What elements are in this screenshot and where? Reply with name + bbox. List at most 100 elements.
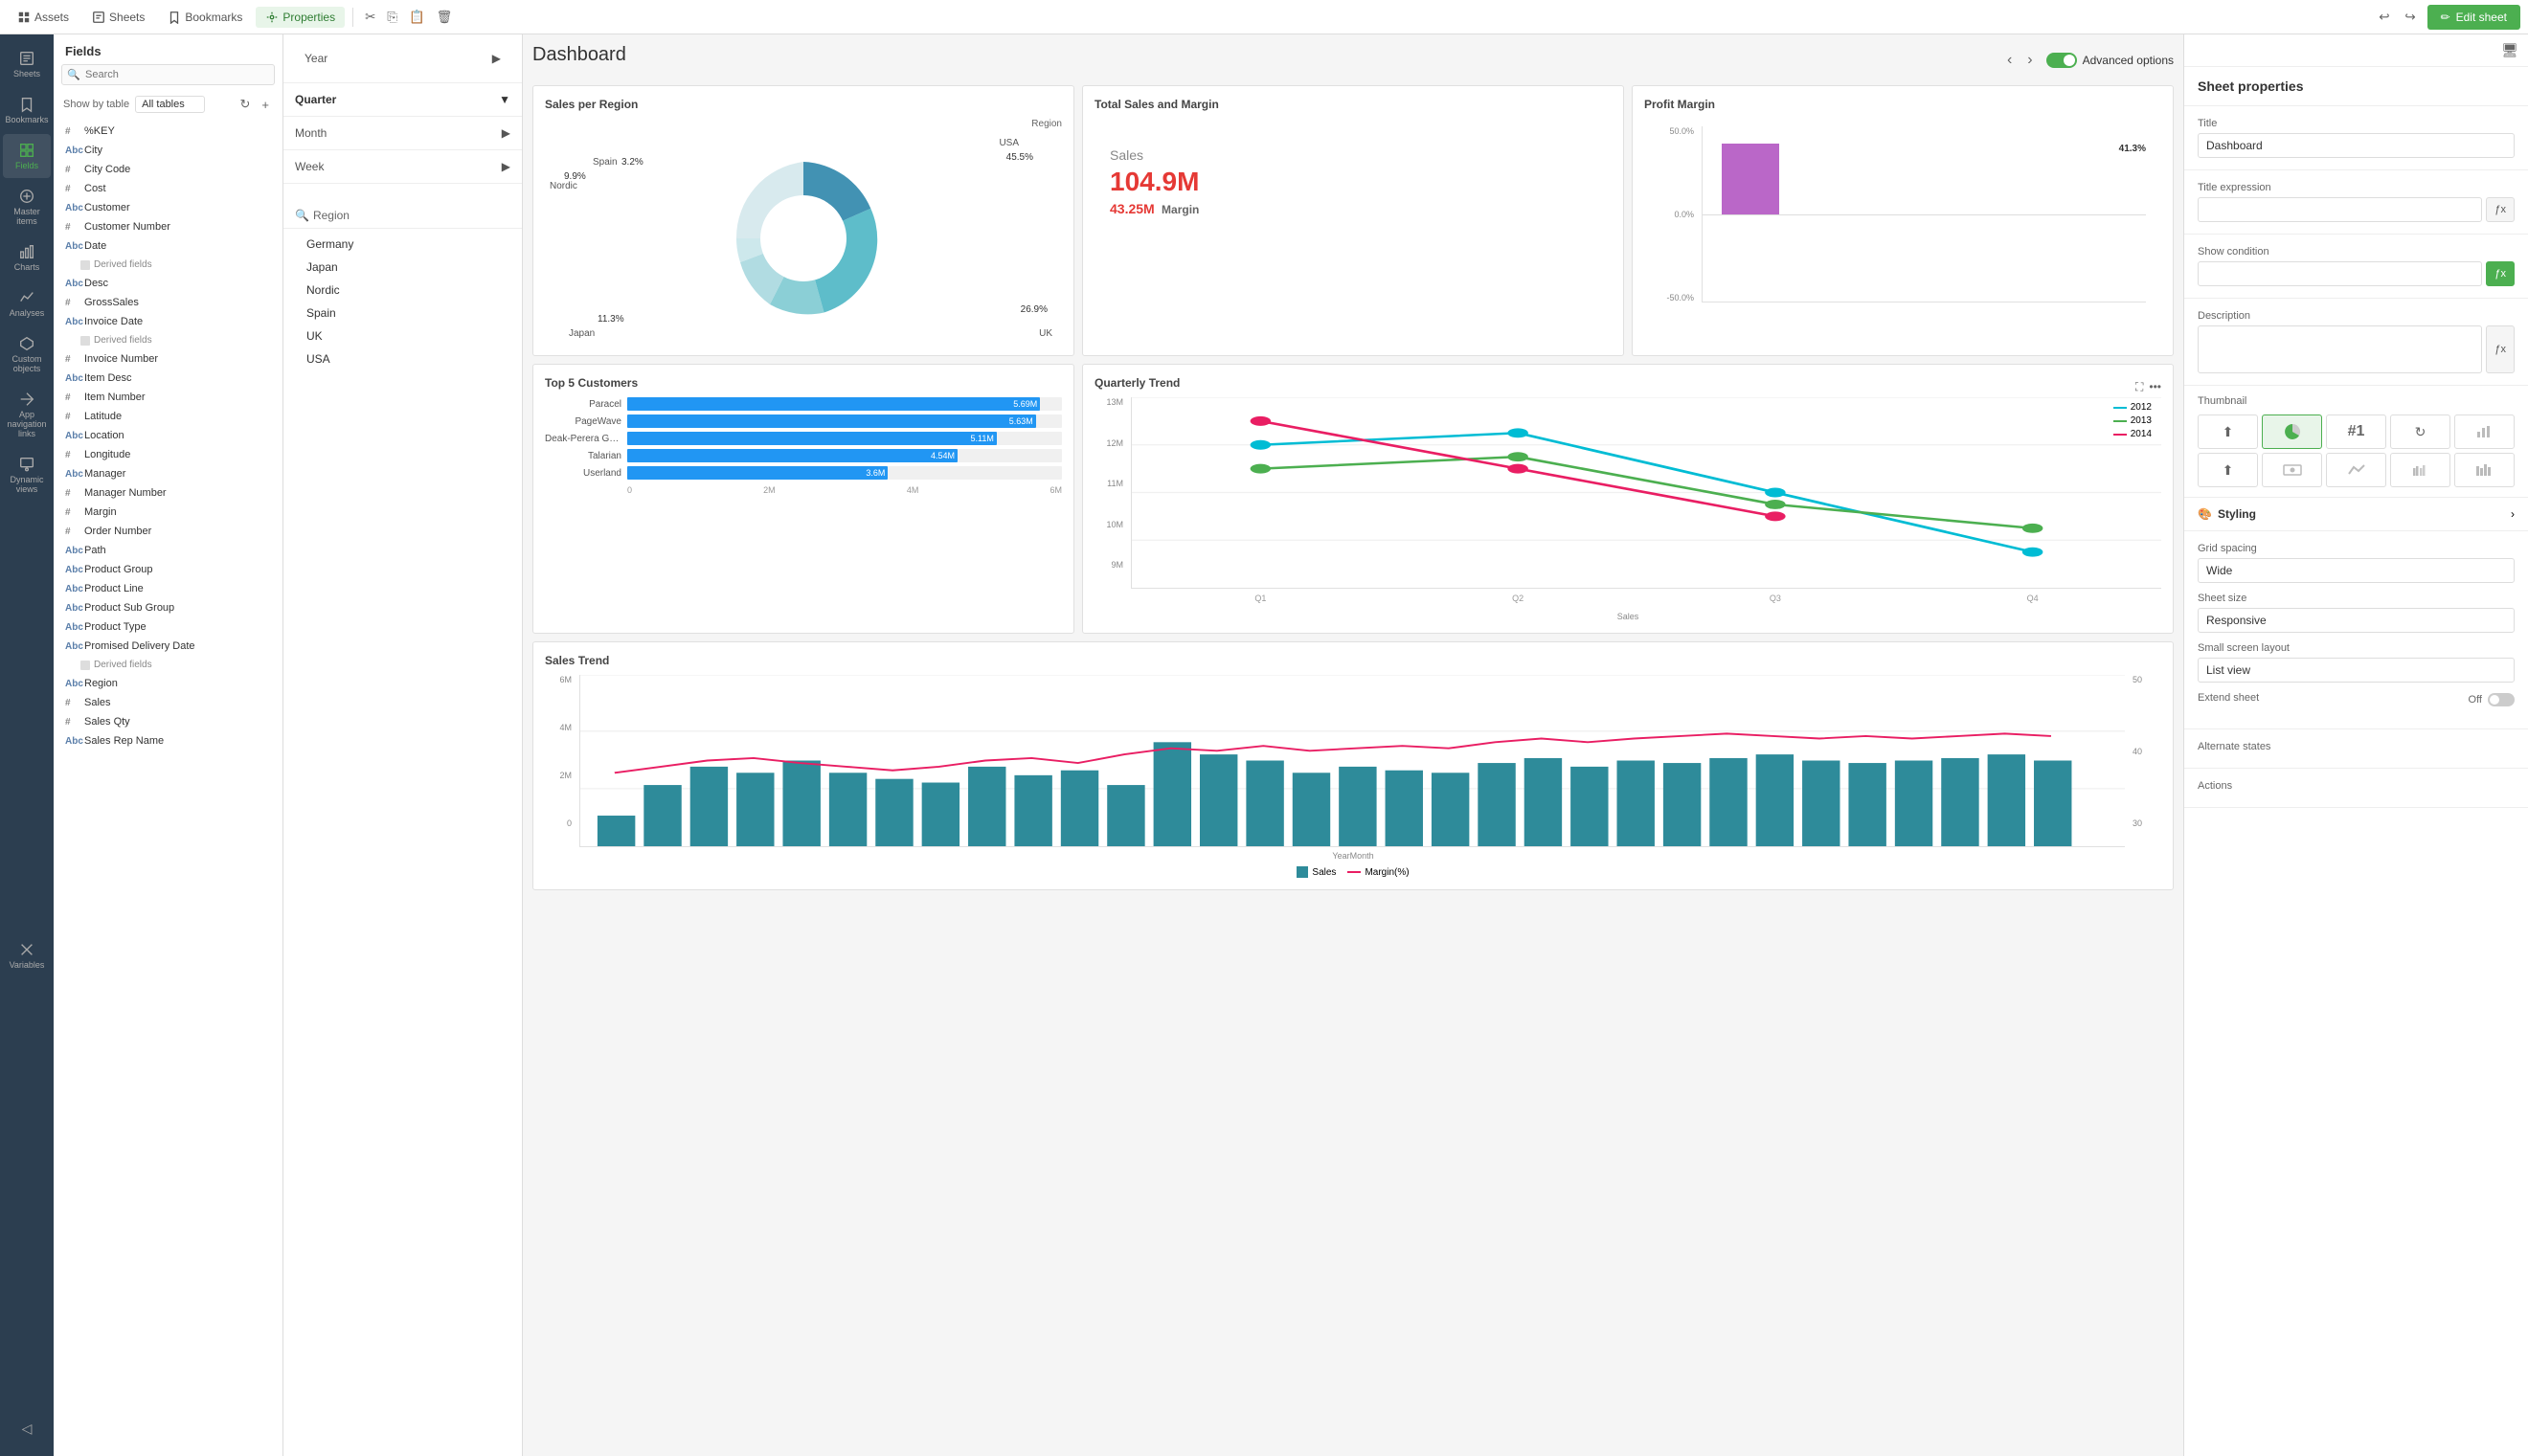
- sidebar-item-analyses[interactable]: Analyses: [3, 281, 51, 325]
- show-condition-label: Show condition: [2198, 246, 2515, 258]
- description-textarea[interactable]: [2198, 325, 2482, 373]
- filter-week[interactable]: Week ▶: [283, 150, 522, 183]
- filter-option-usa[interactable]: USA: [295, 347, 522, 370]
- small-screen-select[interactable]: List view Grid view: [2198, 658, 2515, 683]
- thumbnail-hash[interactable]: #1: [2326, 414, 2386, 449]
- thumbnail-city-bar[interactable]: [2454, 453, 2515, 487]
- field-item-path[interactable]: AbcPath: [54, 541, 282, 560]
- styling-header[interactable]: 🎨 Styling ›: [2198, 507, 2515, 521]
- quarterly-more-button[interactable]: •••: [2149, 380, 2161, 393]
- filter-region-search[interactable]: 🔍 Region: [283, 203, 522, 229]
- field-item-sales-qty[interactable]: #Sales Qty: [54, 712, 282, 731]
- collapse-sidebar-button[interactable]: ◁: [18, 1417, 36, 1441]
- total-sales-title: Total Sales and Margin: [1095, 98, 1612, 111]
- filter-option-nordic[interactable]: Nordic: [295, 279, 522, 302]
- field-item-order-number[interactable]: #Order Number: [54, 522, 282, 541]
- refresh-table-button[interactable]: ↻: [237, 95, 255, 114]
- search-icon: 🔍: [67, 69, 80, 81]
- advanced-options-toggle[interactable]: [2046, 53, 2077, 68]
- filter-quarter[interactable]: Quarter ▼: [283, 83, 522, 116]
- paste-button[interactable]: 📋: [405, 6, 429, 29]
- filter-option-japan[interactable]: Japan: [295, 256, 522, 279]
- description-fx-button[interactable]: ƒx: [2486, 325, 2515, 373]
- field-item-product-line[interactable]: AbcProduct Line: [54, 579, 282, 598]
- sidebar-item-app-nav[interactable]: App navigation links: [3, 383, 51, 446]
- thumbnail-bar[interactable]: [2454, 414, 2515, 449]
- extend-sheet-toggle[interactable]: [2488, 693, 2515, 706]
- tab-sheets[interactable]: Sheets: [82, 7, 154, 28]
- field-item-grosssales[interactable]: #GrossSales: [54, 293, 282, 312]
- field-item-product-sub-group[interactable]: AbcProduct Sub Group: [54, 598, 282, 617]
- field-item-invoice-date[interactable]: AbcInvoice Date: [54, 312, 282, 331]
- show-condition-fx-button[interactable]: ƒx: [2486, 261, 2515, 286]
- filter-option-germany[interactable]: Germany: [295, 233, 522, 256]
- field-item-sales-rep-name[interactable]: AbcSales Rep Name: [54, 731, 282, 750]
- field-item-product-type[interactable]: AbcProduct Type: [54, 617, 282, 637]
- thumbnail-refresh[interactable]: ↻: [2390, 414, 2450, 449]
- sidebar-item-fields[interactable]: Fields: [3, 134, 51, 178]
- sidebar-item-charts[interactable]: Charts: [3, 235, 51, 280]
- cut-button[interactable]: ✂: [361, 6, 379, 29]
- field-item-longitude[interactable]: #Longitude: [54, 445, 282, 464]
- field-item-desc[interactable]: AbcDesc: [54, 274, 282, 293]
- thumbnail-photo[interactable]: [2262, 453, 2322, 487]
- panel-icon-button[interactable]: 🖥: [2501, 42, 2518, 58]
- thumbnail-line[interactable]: [2326, 453, 2386, 487]
- field-item-region[interactable]: AbcRegion: [54, 674, 282, 693]
- tab-assets[interactable]: Assets: [8, 7, 79, 28]
- field-item-manager-number[interactable]: #Manager Number: [54, 483, 282, 503]
- filter-option-spain[interactable]: Spain: [295, 302, 522, 325]
- title-expression-input[interactable]: [2198, 197, 2482, 222]
- field-item-item-desc[interactable]: AbcItem Desc: [54, 369, 282, 388]
- copy-button[interactable]: ⎘: [383, 6, 401, 29]
- table-select[interactable]: All tables: [135, 96, 205, 113]
- card-sales-trend: Sales Trend 6M4M2M0: [532, 641, 2174, 890]
- thumbnail-grouped-bar[interactable]: [2390, 453, 2450, 487]
- filter-year[interactable]: Year ▶: [293, 42, 512, 75]
- tab-bookmarks[interactable]: Bookmarks: [158, 7, 252, 28]
- tab-properties[interactable]: Properties: [256, 7, 345, 28]
- nav-next-button[interactable]: ›: [2021, 50, 2038, 71]
- show-condition-input[interactable]: [2198, 261, 2482, 286]
- field-item-promised-delivery-date[interactable]: AbcPromised Delivery Date: [54, 637, 282, 656]
- sheet-size-select[interactable]: Responsive Custom: [2198, 608, 2515, 633]
- field-item-product-group[interactable]: AbcProduct Group: [54, 560, 282, 579]
- field-item-margin[interactable]: #Margin: [54, 503, 282, 522]
- delete-button[interactable]: 🗑: [433, 6, 457, 29]
- undo-button[interactable]: ↩: [2375, 6, 2393, 29]
- field-item-cost[interactable]: #Cost: [54, 179, 282, 198]
- field-item-customer[interactable]: AbcCustomer: [54, 198, 282, 217]
- title-expression-fx-button[interactable]: ƒx: [2486, 197, 2515, 222]
- add-table-button[interactable]: +: [258, 95, 273, 114]
- thumbnail-upload[interactable]: ⬆: [2198, 414, 2258, 449]
- profit-margin-title: Profit Margin: [1644, 98, 2161, 111]
- sidebar-item-dynamic-views[interactable]: Dynamic views: [3, 448, 51, 502]
- filter-option-uk[interactable]: UK: [295, 325, 522, 347]
- field-item-date[interactable]: AbcDate: [54, 236, 282, 256]
- nav-prev-button[interactable]: ‹: [2001, 50, 2018, 71]
- title-input[interactable]: [2198, 133, 2515, 158]
- sidebar-item-bookmarks[interactable]: Bookmarks: [3, 88, 51, 132]
- field-item-city-code[interactable]: #City Code: [54, 160, 282, 179]
- sidebar-item-variables[interactable]: Variables: [3, 933, 51, 977]
- quarterly-expand-button[interactable]: ⛶: [2135, 380, 2143, 394]
- grid-spacing-select[interactable]: Wide Medium Narrow: [2198, 558, 2515, 583]
- thumbnail-upload2[interactable]: ⬆: [2198, 453, 2258, 487]
- redo-button[interactable]: ↪: [2401, 6, 2419, 29]
- filter-month[interactable]: Month ▶: [283, 117, 522, 149]
- field-item-customer-number[interactable]: #Customer Number: [54, 217, 282, 236]
- field-item-item-number[interactable]: #Item Number: [54, 388, 282, 407]
- edit-sheet-button[interactable]: ✏ Edit sheet: [2427, 5, 2520, 30]
- search-input[interactable]: [61, 64, 275, 85]
- field-item-latitude[interactable]: #Latitude: [54, 407, 282, 426]
- field-item-location[interactable]: AbcLocation: [54, 426, 282, 445]
- field-item-%key[interactable]: #%KEY: [54, 122, 282, 141]
- field-item-manager[interactable]: AbcManager: [54, 464, 282, 483]
- field-item-sales[interactable]: #Sales: [54, 693, 282, 712]
- field-item-invoice-number[interactable]: #Invoice Number: [54, 349, 282, 369]
- field-item-city[interactable]: AbcCity: [54, 141, 282, 160]
- sidebar-item-custom-objects[interactable]: Custom objects: [3, 327, 51, 381]
- thumbnail-pie[interactable]: [2262, 414, 2322, 449]
- sidebar-item-master-items[interactable]: Master items: [3, 180, 51, 234]
- sidebar-item-sheets[interactable]: Sheets: [3, 42, 51, 86]
